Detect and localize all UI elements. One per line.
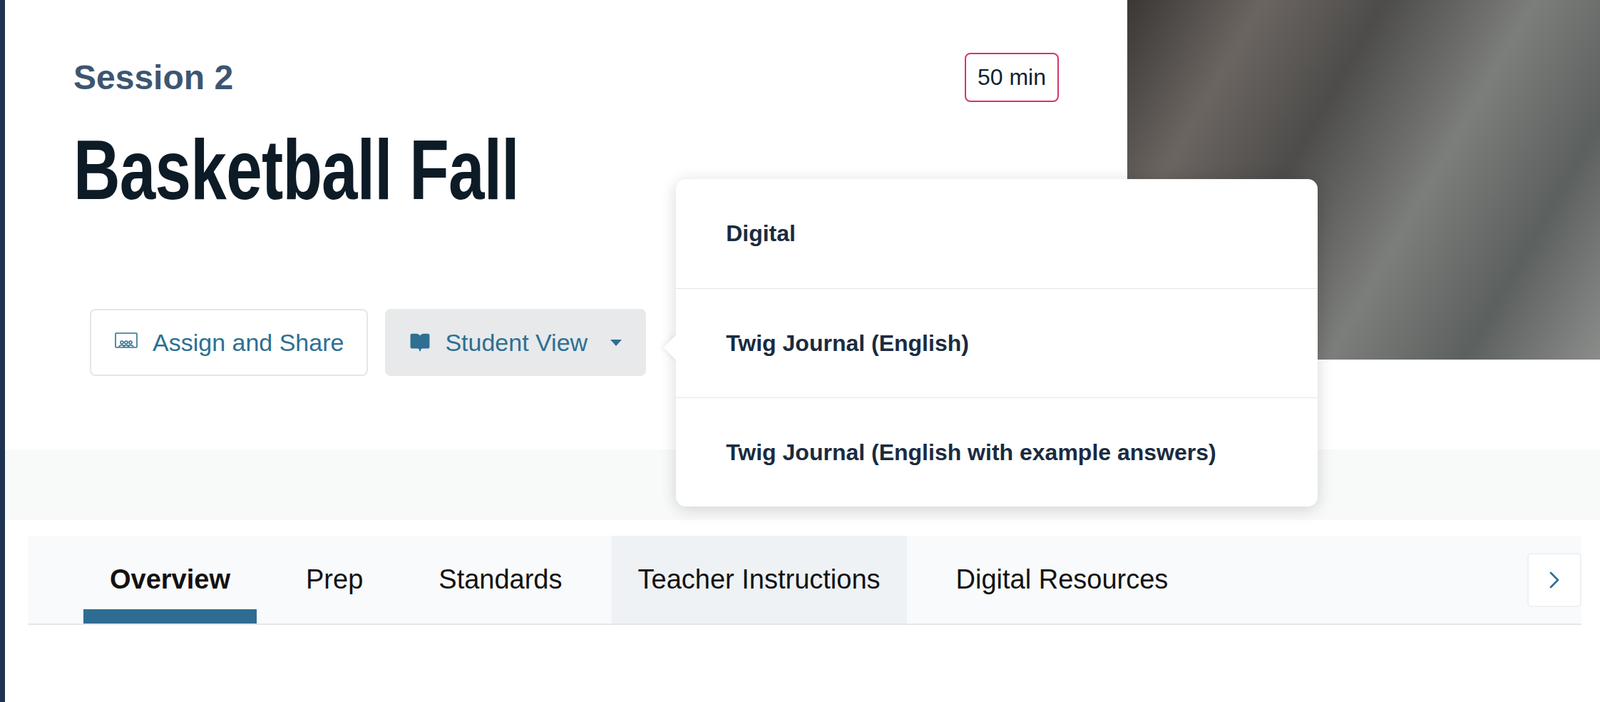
header: Session 250 minBasketball FallAssign and… bbox=[4, 0, 1600, 450]
chevron-right-icon bbox=[1540, 565, 1569, 594]
left-strip bbox=[0, 0, 5, 702]
page: Session 250 minBasketball FallAssign and… bbox=[0, 0, 1600, 702]
tab-bar: OverviewPrepStandardsTeacher Instruction… bbox=[27, 535, 1582, 625]
header-content: Session 250 minBasketball FallAssign and… bbox=[4, 0, 1128, 450]
menu-item[interactable]: Digital bbox=[675, 178, 1318, 289]
main: Session 250 minBasketball FallAssign and… bbox=[4, 0, 1600, 702]
tab[interactable]: Standards bbox=[412, 535, 589, 624]
tab-list: OverviewPrepStandardsTeacher Instruction… bbox=[27, 535, 1528, 624]
menu-item[interactable]: Twig Journal (English with example answe… bbox=[675, 397, 1318, 507]
assign-button[interactable]: Assign and Share bbox=[89, 308, 368, 376]
tab[interactable]: Digital Resources bbox=[929, 535, 1196, 624]
top-row: Session 2 50 min bbox=[73, 52, 1059, 102]
caret-icon bbox=[610, 339, 622, 346]
scroll-right-button[interactable] bbox=[1527, 552, 1582, 607]
duration-badge: 50 min bbox=[964, 52, 1059, 102]
presentation-icon bbox=[114, 331, 139, 353]
tab[interactable]: Overview bbox=[83, 535, 257, 624]
student-view-button[interactable]: Student View bbox=[385, 308, 646, 376]
student-view-menu: DigitalTwig Journal (English)Twig Journa… bbox=[675, 178, 1318, 507]
student-view-dropdown: Student ViewDigitalTwig Journal (English… bbox=[385, 308, 646, 376]
menu-item[interactable]: Twig Journal (English) bbox=[675, 288, 1318, 398]
tab-area: OverviewPrepStandardsTeacher Instruction… bbox=[4, 519, 1600, 702]
tab[interactable]: Teacher Instructions bbox=[611, 535, 907, 624]
book-icon bbox=[409, 331, 431, 353]
session-label: Session 2 bbox=[73, 53, 234, 102]
menu-arrow bbox=[663, 334, 691, 361]
action-row: Assign and ShareStudent ViewDigitalTwig … bbox=[89, 308, 1059, 376]
tab[interactable]: Prep bbox=[279, 535, 390, 624]
